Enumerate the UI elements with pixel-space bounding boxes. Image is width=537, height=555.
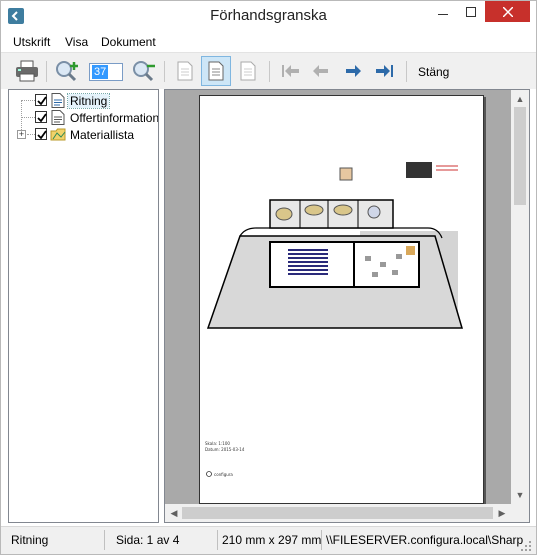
single-page-button[interactable] bbox=[170, 56, 200, 86]
previous-page-button[interactable] bbox=[306, 56, 336, 86]
fit-page-button[interactable] bbox=[201, 56, 231, 86]
tree-item-label: Materiallista bbox=[70, 128, 135, 142]
page-footer-line: Datum: 2015-03-14 bbox=[205, 447, 245, 452]
status-page: Sida: 1 av 4 bbox=[116, 533, 180, 547]
print-button[interactable] bbox=[12, 56, 42, 86]
page-icon bbox=[240, 61, 256, 81]
menu-bar: Utskrift Visa Dokument bbox=[1, 31, 536, 51]
scroll-down-icon[interactable]: ▼ bbox=[511, 486, 529, 504]
last-page-icon bbox=[376, 65, 393, 77]
printer-icon bbox=[16, 60, 38, 82]
checkmark-icon bbox=[37, 96, 47, 106]
vertical-scrollbar[interactable]: ▲ ▼ bbox=[511, 90, 529, 504]
status-separator bbox=[217, 530, 218, 550]
toolbar-separator bbox=[269, 61, 270, 82]
zoom-in-icon bbox=[56, 61, 78, 82]
resize-grip-icon[interactable] bbox=[519, 539, 533, 553]
tree-item-ritning[interactable]: Ritning bbox=[9, 92, 158, 109]
zoom-in-button[interactable] bbox=[52, 56, 82, 86]
tree-item-label: Ritning bbox=[66, 93, 111, 109]
minimize-icon bbox=[438, 14, 448, 15]
last-page-button[interactable] bbox=[369, 56, 399, 86]
menu-visa[interactable]: Visa bbox=[65, 35, 88, 49]
status-section: Ritning bbox=[11, 533, 49, 547]
preview-page: Skala: 1:100 Datum: 2015-03-14 configura bbox=[199, 95, 484, 504]
menu-utskrift[interactable]: Utskrift bbox=[13, 35, 50, 49]
toolbar-separator bbox=[406, 61, 407, 82]
toolbar: 37 Stäng bbox=[1, 52, 536, 89]
minimize-button[interactable] bbox=[430, 1, 456, 23]
tree-checkbox[interactable] bbox=[35, 128, 47, 140]
scroll-left-icon[interactable]: ◀ bbox=[165, 504, 183, 522]
page-icon bbox=[177, 61, 193, 81]
close-preview-button[interactable]: Stäng bbox=[418, 65, 449, 79]
maximize-button[interactable] bbox=[458, 1, 484, 23]
close-icon bbox=[502, 6, 513, 17]
tree-item-offertinformation[interactable]: Offertinformation bbox=[9, 109, 158, 126]
section-tree: Ritning Offertinformation + Materiallist… bbox=[8, 89, 159, 523]
page-logo-text: configura bbox=[214, 472, 233, 477]
tree-checkbox[interactable] bbox=[35, 111, 47, 123]
preview-window: Förhandsgranska Utskrift Visa Dokument 3… bbox=[0, 0, 537, 555]
zoom-value: 37 bbox=[92, 65, 109, 79]
zoom-out-button[interactable] bbox=[129, 56, 159, 86]
page-icon bbox=[208, 61, 224, 81]
arrow-right-icon bbox=[346, 65, 361, 77]
title-bar: Förhandsgranska bbox=[1, 1, 536, 31]
status-printer: \\FILESERVER.configura.local\Sharp bbox=[326, 533, 524, 547]
maximize-icon bbox=[466, 7, 476, 17]
page-footer-line: Skala: 1:100 bbox=[205, 441, 230, 446]
fit-width-button[interactable] bbox=[233, 56, 263, 86]
scrollbar-corner bbox=[511, 504, 529, 522]
checkmark-icon bbox=[37, 130, 47, 140]
arrow-left-icon bbox=[313, 65, 328, 77]
floor-plan-drawing: Skala: 1:100 Datum: 2015-03-14 configura bbox=[205, 162, 464, 477]
status-paper-size: 210 mm x 297 mm bbox=[222, 533, 322, 547]
scroll-right-icon[interactable]: ▶ bbox=[493, 504, 511, 522]
folder-icon bbox=[50, 128, 66, 141]
menu-dokument[interactable]: Dokument bbox=[101, 35, 156, 49]
preview-viewport: Skala: 1:100 Datum: 2015-03-14 configura bbox=[165, 90, 511, 504]
scroll-up-icon[interactable]: ▲ bbox=[511, 90, 529, 108]
vertical-scroll-thumb[interactable] bbox=[514, 107, 526, 205]
expand-icon[interactable]: + bbox=[17, 130, 26, 139]
next-page-button[interactable] bbox=[338, 56, 368, 86]
horizontal-scroll-thumb[interactable] bbox=[182, 507, 493, 519]
preview-pane: Skala: 1:100 Datum: 2015-03-14 configura… bbox=[164, 89, 530, 523]
toolbar-separator bbox=[46, 61, 47, 82]
document-icon bbox=[51, 93, 65, 108]
document-icon bbox=[51, 110, 65, 125]
horizontal-scrollbar[interactable]: ◀ ▶ bbox=[165, 504, 511, 522]
status-separator bbox=[104, 530, 105, 550]
close-window-button[interactable] bbox=[485, 1, 530, 22]
first-page-icon bbox=[282, 65, 299, 77]
tree-item-label: Offertinformation bbox=[70, 111, 159, 125]
status-bar: Ritning Sida: 1 av 4 210 mm x 297 mm \\F… bbox=[1, 526, 536, 554]
tree-checkbox[interactable] bbox=[35, 94, 47, 106]
toolbar-separator bbox=[164, 61, 165, 82]
checkmark-icon bbox=[37, 113, 47, 123]
first-page-button[interactable] bbox=[276, 56, 306, 86]
status-separator bbox=[321, 530, 322, 550]
zoom-out-icon bbox=[133, 61, 155, 82]
tree-item-materiallista[interactable]: + Materiallista bbox=[9, 126, 158, 143]
zoom-input[interactable]: 37 bbox=[89, 63, 123, 81]
